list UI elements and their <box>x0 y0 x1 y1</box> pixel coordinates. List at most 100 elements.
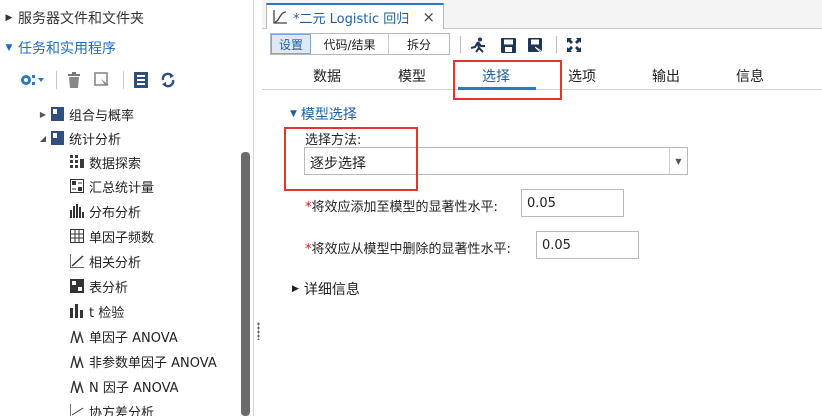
collapse-triangle-icon: ▼ <box>5 43 13 53</box>
data-explore-icon <box>70 155 84 169</box>
close-icon[interactable]: × <box>422 8 435 26</box>
setup-view-button[interactable]: 设置 <box>271 34 311 54</box>
gear-tree-icon <box>21 75 44 85</box>
section-servers[interactable]: ▶ 服务器文件和文件夹 <box>0 6 144 30</box>
tree-item-label: 协方差分析 <box>89 405 155 416</box>
task-toolbar: 设置 代码/结果 拆分 <box>262 33 822 57</box>
remove-significance-text: 将效应从模型中删除的显著性水平: <box>311 242 511 257</box>
save-icon <box>500 37 516 53</box>
tree-item-summary-statistics[interactable]: 汇总统计量 <box>70 174 154 198</box>
save-as-icon <box>528 37 544 53</box>
tree-item-label: 组合与概率 <box>69 108 135 124</box>
tree-item-label: 汇总统计量 <box>89 180 155 196</box>
toolbar-separator <box>556 36 557 53</box>
book-icon <box>50 131 64 145</box>
details-label: 详细信息 <box>303 282 360 298</box>
refresh-button[interactable] <box>156 69 180 91</box>
tree-item-n-way-anova[interactable]: N 因子 ANOVA <box>70 374 179 398</box>
section-tasks-label: 任务和实用程序 <box>18 41 116 57</box>
tab-output[interactable]: 输出 <box>652 66 680 86</box>
properties-button[interactable] <box>89 69 115 91</box>
add-significance-input[interactable]: 0.05 <box>521 189 624 217</box>
remove-significance-input[interactable]: 0.05 <box>536 231 639 259</box>
expand-triangle-icon: ▶ <box>39 109 47 119</box>
model-selection-label: 模型选择 <box>300 107 357 123</box>
task-window: *二元 Logistic 回归 × 设置 代码/结果 拆分 数据 模型 选择 选… <box>262 0 822 416</box>
toolbar-separator <box>56 71 57 89</box>
document-tab-title: *二元 Logistic 回归 <box>293 11 410 27</box>
navigator-toolbar <box>16 68 180 92</box>
details-section-header[interactable]: ▶ 详细信息 <box>292 279 360 299</box>
maximize-icon <box>567 38 581 52</box>
toolbar-separator <box>123 71 124 89</box>
tree-item-label: 数据探索 <box>89 156 142 172</box>
tree-item-one-way-frequency[interactable]: 单因子频数 <box>70 224 154 248</box>
tree-item-label: 相关分析 <box>89 255 142 271</box>
highlight-box-selection-tab <box>453 60 562 100</box>
tree-item-label: 统计分析 <box>69 132 122 148</box>
maximize-button[interactable] <box>564 35 584 55</box>
tab-options[interactable]: 选项 <box>568 66 596 86</box>
tree-item-label: t 检验 <box>89 305 125 321</box>
save-as-button[interactable] <box>526 35 546 55</box>
add-significance-label: *将效应添加至模型的显著性水平: <box>305 196 498 215</box>
splitter-grip-icon <box>257 322 260 340</box>
line-chart-icon <box>273 10 287 24</box>
tree-item-t-test[interactable]: t 检验 <box>70 299 124 323</box>
save-button[interactable] <box>498 35 518 55</box>
tab-data[interactable]: 数据 <box>313 66 341 86</box>
properties-icon <box>94 72 109 88</box>
tree-item-label: 单因子 ANOVA <box>89 330 178 346</box>
sas-studio-window: ▶ 服务器文件和文件夹 ▼ 任务和实用程序 ▶ 组合与概率 ◢ 统计分析 数据探… <box>0 0 822 416</box>
add-significance-text: 将效应添加至模型的显著性水平: <box>311 200 498 215</box>
trash-icon <box>68 72 80 88</box>
run-icon <box>470 37 485 53</box>
tree-item-correlation[interactable]: 相关分析 <box>70 249 141 273</box>
anova-icon <box>70 354 84 368</box>
tab-model[interactable]: 模型 <box>398 66 426 86</box>
document-tab-logistic[interactable]: *二元 Logistic 回归 × <box>266 3 444 29</box>
distribution-icon <box>70 204 84 218</box>
ttest-icon <box>70 304 84 318</box>
model-selection-group-header[interactable]: ▼ 模型选择 <box>290 104 357 124</box>
document-tab-strip: *二元 Logistic 回归 × <box>262 0 822 29</box>
tree-folder-statistics[interactable]: ◢ 统计分析 <box>36 126 121 150</box>
expand-triangle-icon: ▶ <box>5 13 13 23</box>
table-analysis-icon <box>70 279 84 293</box>
tree-item-label: 单因子频数 <box>89 230 155 246</box>
run-button[interactable] <box>468 35 488 55</box>
expand-triangle-icon: ▶ <box>292 284 299 294</box>
new-menu-button[interactable] <box>16 69 48 91</box>
list-view-button[interactable] <box>132 69 150 91</box>
delete-button[interactable] <box>65 69 83 91</box>
remove-significance-label: *将效应从模型中删除的显著性水平: <box>305 238 511 257</box>
section-servers-label: 服务器文件和文件夹 <box>18 11 144 27</box>
covariance-icon <box>70 404 84 416</box>
tree-item-nonparametric-anova[interactable]: 非参数单因子 ANOVA <box>70 349 217 373</box>
tree-item-label: 分布分析 <box>89 205 142 221</box>
view-mode-segmented: 设置 代码/结果 拆分 <box>270 33 450 55</box>
summary-icon <box>70 179 84 193</box>
collapse-triangle-icon: ◢ <box>39 133 47 143</box>
code-results-view-button[interactable]: 代码/结果 <box>311 34 389 54</box>
tree-item-one-way-anova[interactable]: 单因子 ANOVA <box>70 324 178 348</box>
collapse-triangle-icon: ▼ <box>290 109 297 119</box>
navigator-scrollbar[interactable] <box>241 152 250 416</box>
list-icon <box>134 72 148 88</box>
tab-information[interactable]: 信息 <box>736 66 764 86</box>
tree-item-label: 非参数单因子 ANOVA <box>89 355 217 371</box>
refresh-icon <box>161 72 175 88</box>
section-tasks[interactable]: ▼ 任务和实用程序 <box>0 36 116 60</box>
tree-item-distribution[interactable]: 分布分析 <box>70 199 141 223</box>
highlight-box-selection-method <box>284 127 418 191</box>
book-icon <box>50 107 64 121</box>
tree-item-table-analysis[interactable]: 表分析 <box>70 274 128 298</box>
chevron-down-icon[interactable]: ▼ <box>669 148 687 174</box>
split-view-button[interactable]: 拆分 <box>389 34 449 54</box>
tree-item-label: N 因子 ANOVA <box>89 380 179 396</box>
pane-splitter[interactable] <box>253 0 262 416</box>
tree-folder-combinatorics[interactable]: ▶ 组合与概率 <box>36 102 134 126</box>
tree-item-covariance[interactable]: 协方差分析 <box>70 399 154 416</box>
tree-item-data-exploration[interactable]: 数据探索 <box>70 150 141 174</box>
anova-icon <box>70 379 84 393</box>
